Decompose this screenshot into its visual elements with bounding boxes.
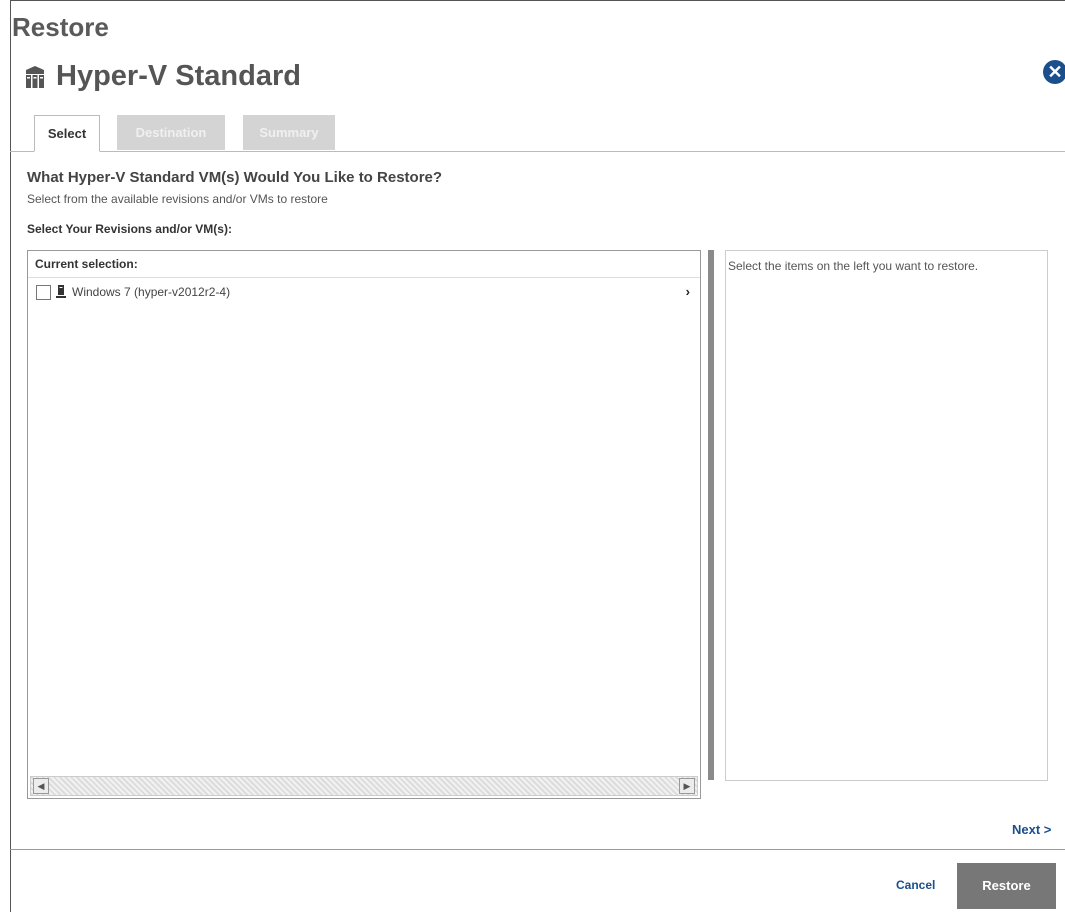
restore-question-subtitle: Select from the available revisions and/… [27, 192, 328, 206]
restore-question-heading: What Hyper-V Standard VM(s) Would You Li… [27, 169, 443, 186]
cancel-button[interactable]: Cancel [896, 878, 935, 892]
restore-items-hint: Select the items on the left you want to… [728, 259, 979, 273]
vm-selection-panel: Current selection: Windows 7 (hyper-v201… [27, 250, 701, 799]
window-title: Restore [12, 12, 109, 42]
restore-items-panel: Select the items on the left you want to… [725, 250, 1048, 781]
next-button[interactable]: Next > [1012, 822, 1051, 837]
scroll-right-arrow-icon[interactable]: ▶ [679, 778, 695, 794]
scroll-left-arrow-icon[interactable]: ◀ [33, 778, 49, 794]
restore-button[interactable]: Restore [957, 863, 1056, 909]
vm-list-item[interactable]: Windows 7 (hyper-v2012r2-4) › [28, 278, 700, 306]
wizard-tabs: Select Destination Summary [10, 115, 1065, 152]
expand-chevron-icon[interactable]: › [686, 284, 690, 299]
hyper-v-servers-icon [26, 65, 44, 88]
panel-splitter[interactable] [708, 250, 714, 780]
horizontal-scrollbar[interactable]: ◀ ▶ [30, 776, 698, 796]
footer-divider [10, 849, 1065, 850]
tab-destination[interactable]: Destination [117, 115, 225, 150]
select-revisions-label: Select Your Revisions and/or VM(s): [27, 222, 232, 236]
pc-tower-icon [56, 285, 66, 298]
current-selection-header: Current selection: [28, 251, 700, 278]
tab-select[interactable]: Select [34, 115, 100, 152]
close-icon[interactable]: ✕ [1043, 60, 1065, 84]
vm-checkbox[interactable] [36, 284, 51, 300]
vm-item-label: Windows 7 (hyper-v2012r2-4) [72, 285, 231, 299]
vm-title-row: Hyper-V Standard [22, 60, 301, 93]
vm-title: Hyper-V Standard [56, 60, 301, 92]
tab-summary[interactable]: Summary [243, 115, 335, 150]
